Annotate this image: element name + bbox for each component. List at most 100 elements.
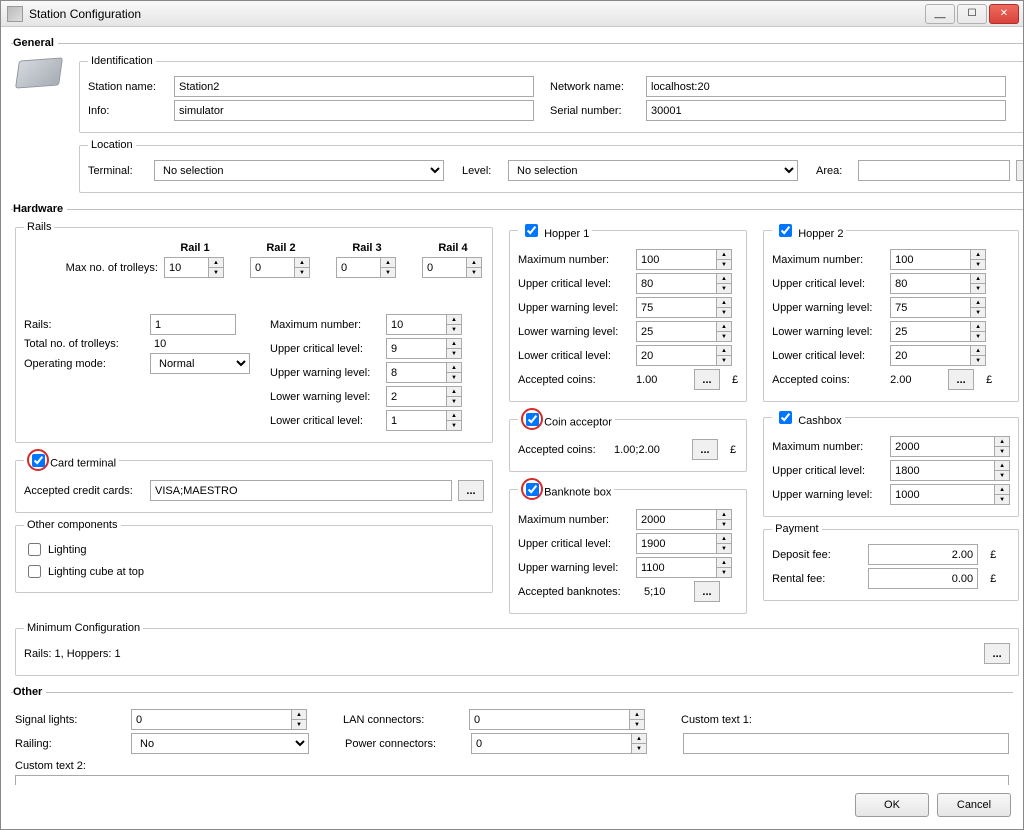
group-other-components-legend: Other components xyxy=(24,519,121,531)
r-maxnum-spin[interactable]: ▲▼ xyxy=(386,314,462,335)
rail-3-max-trolleys[interactable]: ▲▼ xyxy=(336,257,396,278)
r-uwarn-spin[interactable]: ▲▼ xyxy=(386,362,462,383)
group-rails-legend: Rails xyxy=(24,221,54,233)
station-name-input[interactable] xyxy=(174,76,534,97)
h2-coins-browse[interactable]: ... xyxy=(948,369,974,390)
lighting-cube-checkbox[interactable] xyxy=(28,565,41,578)
h2-uwarn-spin[interactable]: ▲▼ xyxy=(890,297,986,318)
section-other-title: Other xyxy=(13,686,46,698)
cb-maxnum-spin[interactable]: ▲▼ xyxy=(890,436,1010,457)
section-hardware: Hardware Rails Rail 1 Rail 2 Rail 3 Rail… xyxy=(11,203,1023,682)
bb-maxnum-spin[interactable]: ▲▼ xyxy=(636,509,732,530)
serial-input[interactable] xyxy=(646,100,1006,121)
signal-lights-spin[interactable]: ▲▼ xyxy=(131,709,307,730)
total-trolleys-value: 10 xyxy=(150,338,166,350)
rails-count-input[interactable] xyxy=(150,314,236,335)
accepted-cc-input[interactable] xyxy=(150,480,452,501)
lighting-label: Lighting xyxy=(48,544,87,556)
bb-ucrit-spin[interactable]: ▲▼ xyxy=(636,533,732,554)
bb-uwarn-label: Upper warning level: xyxy=(518,562,630,574)
group-card-terminal: Card terminal Accepted credit cards: ... xyxy=(15,449,493,513)
h1-lwarn-spin[interactable]: ▲▼ xyxy=(636,321,732,342)
ca-coins-value: 1.00;2.00 xyxy=(614,444,686,456)
total-trolleys-label: Total no. of trolleys: xyxy=(24,338,144,350)
group-banknote-box: Banknote box Maximum number:▲▼ Upper cri… xyxy=(509,478,747,614)
h2-uwarn-label: Upper warning level: xyxy=(772,302,884,314)
group-payment-legend: Payment xyxy=(772,523,821,535)
power-spin[interactable]: ▲▼ xyxy=(471,733,647,754)
rail-1-max-trolleys[interactable]: ▲▼ xyxy=(164,257,224,278)
h1-ucrit-label: Upper critical level: xyxy=(518,278,630,290)
h2-ucrit-spin[interactable]: ▲▼ xyxy=(890,273,986,294)
accepted-cc-browse[interactable]: ... xyxy=(458,480,484,501)
h1-maxnum-spin[interactable]: ▲▼ xyxy=(636,249,732,270)
network-name-input[interactable] xyxy=(646,76,1006,97)
deposit-currency: £ xyxy=(990,549,996,561)
h2-lwarn-spin[interactable]: ▲▼ xyxy=(890,321,986,342)
h2-lwarn-label: Lower warning level: xyxy=(772,326,884,338)
h2-currency: £ xyxy=(986,374,992,386)
ca-coins-browse[interactable]: ... xyxy=(692,439,718,460)
rail-2-max-trolleys[interactable]: ▲▼ xyxy=(250,257,310,278)
card-terminal-checkbox[interactable] xyxy=(32,454,45,467)
titlebar: Station Configuration __ ☐ ✕ xyxy=(1,1,1023,27)
hopper2-label: Hopper 2 xyxy=(798,228,843,240)
h1-lcrit-label: Lower critical level: xyxy=(518,350,630,362)
cb-ucrit-spin[interactable]: ▲▼ xyxy=(890,460,1010,481)
h1-coins-label: Accepted coins: xyxy=(518,374,630,386)
hopper1-checkbox[interactable] xyxy=(525,224,538,237)
banknote-box-checkbox[interactable] xyxy=(526,483,539,496)
cb-uwarn-spin[interactable]: ▲▼ xyxy=(890,484,1010,505)
highlight-coin-acceptor xyxy=(521,408,543,430)
rental-input[interactable] xyxy=(868,568,978,589)
cashbox-checkbox[interactable] xyxy=(779,411,792,424)
op-mode-select[interactable]: Normal xyxy=(150,353,250,374)
serial-label: Serial number: xyxy=(550,105,640,117)
area-browse-button[interactable]: ... xyxy=(1016,160,1023,181)
minimize-button[interactable]: __ xyxy=(925,4,955,24)
coin-acceptor-checkbox[interactable] xyxy=(526,413,539,426)
hopper1-label: Hopper 1 xyxy=(544,228,589,240)
custom1-input[interactable] xyxy=(683,733,1009,754)
cancel-button[interactable]: Cancel xyxy=(937,793,1011,817)
rail-1-header: Rail 1 xyxy=(164,242,226,254)
rail-4-max-trolleys[interactable]: ▲▼ xyxy=(422,257,482,278)
highlight-card-terminal xyxy=(27,449,49,471)
lan-label: LAN connectors: xyxy=(343,714,463,726)
area-input[interactable] xyxy=(858,160,1010,181)
bb-notes-browse[interactable]: ... xyxy=(694,581,720,602)
railing-label: Railing: xyxy=(15,738,125,750)
maximize-button[interactable]: ☐ xyxy=(957,4,987,24)
info-input[interactable] xyxy=(174,100,534,121)
h2-coins-label: Accepted coins: xyxy=(772,374,884,386)
h1-ucrit-spin[interactable]: ▲▼ xyxy=(636,273,732,294)
h2-maxnum-spin[interactable]: ▲▼ xyxy=(890,249,986,270)
deposit-input[interactable] xyxy=(868,544,978,565)
hopper2-checkbox[interactable] xyxy=(779,224,792,237)
level-select[interactable]: No selection xyxy=(508,160,798,181)
group-identification-legend: Identification xyxy=(88,55,156,67)
h1-lcrit-spin[interactable]: ▲▼ xyxy=(636,345,732,366)
bb-uwarn-spin[interactable]: ▲▼ xyxy=(636,557,732,578)
lighting-checkbox[interactable] xyxy=(28,543,41,556)
railing-select[interactable]: No xyxy=(131,733,309,754)
power-label: Power connectors: xyxy=(345,738,465,750)
op-mode-label: Operating mode: xyxy=(24,358,144,370)
h1-coins-browse[interactable]: ... xyxy=(694,369,720,390)
level-label: Level: xyxy=(462,165,502,177)
min-config-browse[interactable]: ... xyxy=(984,643,1010,664)
lan-spin[interactable]: ▲▼ xyxy=(469,709,645,730)
window-title: Station Configuration xyxy=(29,7,923,21)
group-hopper2: Hopper 2 Maximum number:▲▼ Upper critica… xyxy=(763,221,1019,402)
r-ucrit-spin[interactable]: ▲▼ xyxy=(386,338,462,359)
custom2-input[interactable] xyxy=(15,775,1009,785)
h2-lcrit-spin[interactable]: ▲▼ xyxy=(890,345,986,366)
r-lcrit-spin[interactable]: ▲▼ xyxy=(386,410,462,431)
r-lcrit-label: Lower critical level: xyxy=(270,415,380,427)
ok-button[interactable]: OK xyxy=(855,793,929,817)
terminal-select[interactable]: No selection xyxy=(154,160,444,181)
close-button[interactable]: ✕ xyxy=(989,4,1019,24)
r-lwarn-spin[interactable]: ▲▼ xyxy=(386,386,462,407)
app-icon xyxy=(7,6,23,22)
h1-uwarn-spin[interactable]: ▲▼ xyxy=(636,297,732,318)
